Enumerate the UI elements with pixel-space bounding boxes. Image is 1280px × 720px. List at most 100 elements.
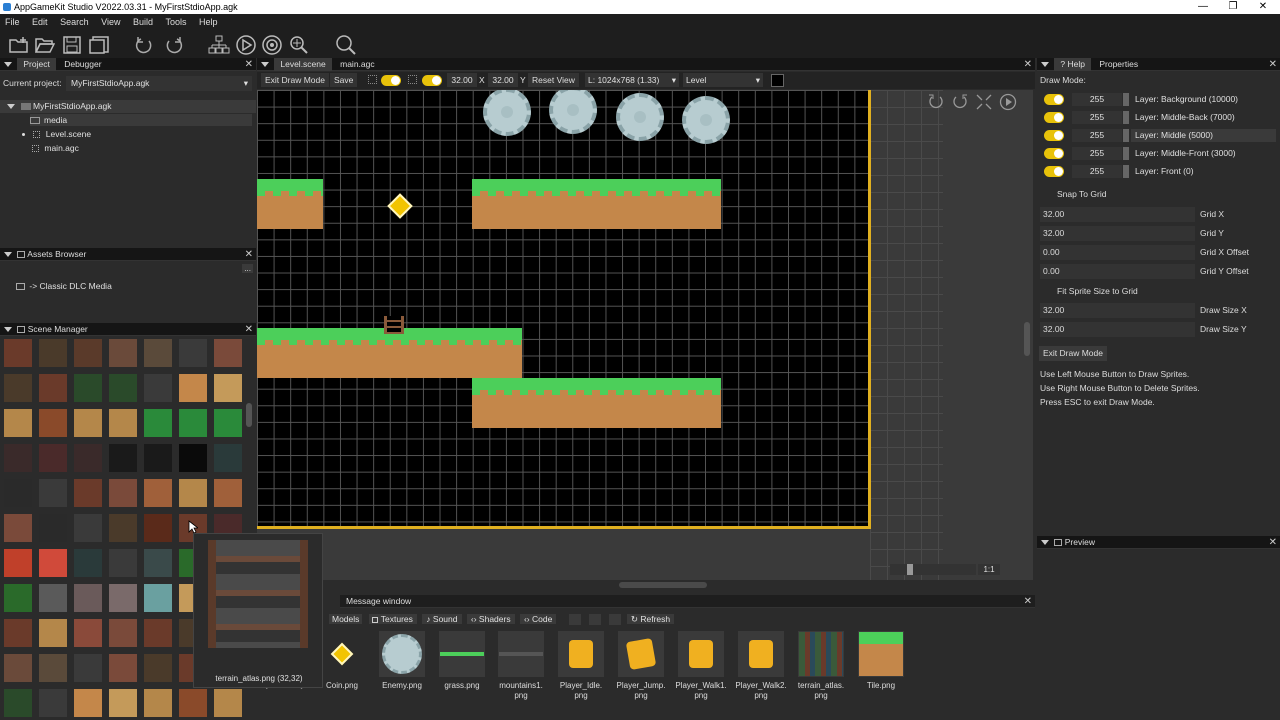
run-icon[interactable] [235, 34, 257, 56]
scene-canvas[interactable] [257, 90, 871, 529]
enemy-saw-sprite[interactable] [682, 96, 730, 144]
tile-swatch[interactable] [144, 514, 172, 542]
layer-visibility-toggle[interactable] [1044, 166, 1064, 177]
layer-visibility-toggle[interactable] [1044, 130, 1064, 141]
asset-terrain-atlas[interactable]: terrain_atlas. png [795, 631, 847, 701]
tile-swatch[interactable] [144, 689, 172, 717]
tile-swatch[interactable] [39, 374, 67, 402]
scrollbar-thumb[interactable] [1024, 322, 1030, 356]
close-window-button[interactable]: ✕ [1248, 0, 1278, 14]
save-scene-button[interactable]: Save [330, 73, 358, 87]
menu-tools[interactable]: Tools [161, 14, 192, 30]
layer-opacity-input[interactable]: 255 [1072, 111, 1122, 124]
asset-folder-classic-dlc[interactable]: -> Classic DLC Media [16, 281, 112, 291]
asset-grass[interactable]: grass.png [436, 631, 488, 691]
layer-name[interactable]: Layer: Middle-Back (7000) [1131, 111, 1276, 124]
tab-properties[interactable]: Properties [1093, 58, 1144, 71]
menu-search[interactable]: Search [55, 14, 94, 30]
tile-swatch[interactable] [214, 374, 242, 402]
layer-select[interactable]: Level ▾ [683, 73, 763, 87]
maximize-button[interactable]: ❐ [1218, 0, 1248, 14]
enemy-saw-sprite[interactable] [549, 90, 597, 134]
tile-swatch[interactable] [4, 619, 32, 647]
collapse-icon[interactable] [1041, 540, 1049, 546]
tile-swatch[interactable] [74, 549, 102, 577]
tab-code[interactable]: ‹› Code [519, 614, 557, 624]
tile-swatch[interactable] [39, 619, 67, 647]
enemy-saw-sprite[interactable] [483, 90, 531, 136]
collapse-icon[interactable] [4, 62, 12, 68]
layer-visibility-toggle[interactable] [1044, 94, 1064, 105]
tile-swatch[interactable] [109, 514, 137, 542]
tile-swatch[interactable] [4, 689, 32, 717]
number-input[interactable]: 0.00 [1040, 264, 1195, 279]
tab-level-scene[interactable]: Level.scene [274, 58, 332, 71]
layer-opacity-input[interactable]: 255 [1072, 165, 1122, 178]
tile-swatch[interactable] [214, 689, 242, 717]
close-icon[interactable]: ✕ [1269, 58, 1277, 71]
exit-draw-mode-button[interactable]: Exit Draw Mode [261, 73, 329, 87]
layer-name[interactable]: Layer: Middle (5000) [1131, 129, 1276, 142]
tile-swatch[interactable] [4, 374, 32, 402]
tile-swatch[interactable] [74, 654, 102, 682]
grass-platform[interactable] [472, 179, 721, 229]
tile-swatch[interactable] [144, 654, 172, 682]
tile-swatch[interactable] [39, 549, 67, 577]
close-icon[interactable]: ✕ [1024, 58, 1032, 71]
asset-player-jump[interactable]: Player_Jump. png [615, 631, 667, 701]
build-icon[interactable] [208, 34, 230, 56]
close-icon[interactable]: ✕ [1269, 536, 1277, 549]
menu-help[interactable]: Help [194, 14, 223, 30]
rotate-left-icon[interactable] [927, 93, 945, 113]
layer-color-swatch[interactable] [1123, 93, 1129, 106]
layer-color-swatch[interactable] [1123, 111, 1129, 124]
enemy-saw-sprite[interactable] [616, 93, 664, 141]
reset-view-button[interactable]: Reset View [528, 73, 579, 87]
tile-swatch[interactable] [109, 409, 137, 437]
tile-swatch[interactable] [74, 444, 102, 472]
number-input[interactable]: 32.00 [1040, 207, 1195, 222]
tile-swatch[interactable] [4, 514, 32, 542]
tile-swatch[interactable] [74, 689, 102, 717]
tile-swatch[interactable] [4, 479, 32, 507]
tile-swatch[interactable] [74, 479, 102, 507]
exit-draw-mode-button-right[interactable]: Exit Draw Mode [1039, 346, 1107, 361]
tile-swatch[interactable] [39, 409, 67, 437]
tile-swatch[interactable] [109, 619, 137, 647]
tile-swatch[interactable] [4, 584, 32, 612]
tile-swatch[interactable] [214, 409, 242, 437]
search-icon[interactable] [335, 34, 357, 56]
tab-textures[interactable]: Textures [368, 614, 417, 624]
grass-platform[interactable] [472, 378, 721, 428]
layer-name[interactable]: Layer: Front (0) [1131, 165, 1276, 178]
tile-swatch[interactable] [179, 409, 207, 437]
layer-color-swatch[interactable] [1123, 165, 1129, 178]
scrollbar-thumb[interactable] [246, 403, 252, 427]
tile-swatch[interactable] [179, 444, 207, 472]
tile-swatch[interactable] [144, 374, 172, 402]
current-project-select[interactable]: MyFirstStdioApp.agk ▾ [66, 76, 252, 91]
save-icon[interactable] [61, 34, 83, 56]
redo-icon[interactable] [162, 34, 184, 56]
scrollbar-thumb[interactable] [619, 582, 707, 588]
tree-item-media[interactable]: media [30, 114, 252, 126]
tile-swatch[interactable] [39, 514, 67, 542]
tab-debugger[interactable]: Debugger [58, 58, 107, 71]
tile-swatch[interactable] [144, 409, 172, 437]
view-small-icon[interactable] [568, 614, 581, 626]
zoom-ratio[interactable]: 1:1 [978, 564, 1000, 575]
new-project-icon[interactable] [8, 34, 30, 56]
asset-player-walk2[interactable]: Player_Walk2. png [735, 631, 787, 701]
broadcast-icon[interactable] [261, 34, 283, 56]
asset-mountains[interactable]: mountains1. png [495, 631, 547, 701]
tile-swatch[interactable] [109, 584, 137, 612]
tab-sound[interactable]: ♪ Sound [422, 614, 462, 624]
tile-swatch[interactable] [74, 374, 102, 402]
layer-opacity-input[interactable]: 255 [1072, 93, 1122, 106]
tile-swatch[interactable] [74, 619, 102, 647]
tile-swatch[interactable] [74, 339, 102, 367]
tile-swatch[interactable] [109, 479, 137, 507]
tile-swatch[interactable] [179, 479, 207, 507]
refresh-button[interactable]: ↻ Refresh [626, 614, 675, 624]
tile-swatch[interactable] [74, 514, 102, 542]
